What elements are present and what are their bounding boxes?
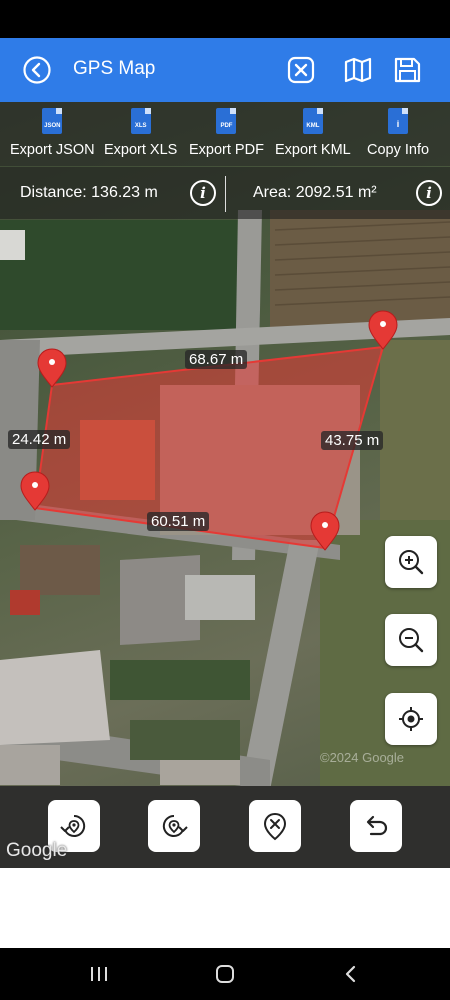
back-button[interactable] <box>20 53 54 87</box>
export-kml-button[interactable]: KML Export KML <box>275 108 351 158</box>
export-toolbar: JSON Export JSON XLS Export XLS PDF Expo… <box>0 102 450 166</box>
back-nav-icon <box>345 965 356 983</box>
my-location-button[interactable] <box>385 693 437 745</box>
copy-info-button[interactable]: i Copy Info <box>367 108 429 158</box>
recent-apps-icon <box>91 967 107 981</box>
google-attribution: Google <box>6 840 68 861</box>
map-type-button[interactable] <box>341 53 375 87</box>
info-file-icon: i <box>388 108 409 134</box>
area-info-icon[interactable]: i <box>416 180 442 206</box>
distance-info-icon[interactable]: i <box>190 180 216 206</box>
zoom-out-icon <box>399 628 424 653</box>
edge-length-right: 43.75 m <box>321 431 384 450</box>
page-title: GPS Map <box>73 58 156 79</box>
json-file-icon: JSON <box>42 108 63 134</box>
marker-pin <box>37 348 67 388</box>
close-button[interactable] <box>284 53 318 87</box>
distance-text: Distance: 136.23 m <box>20 184 158 201</box>
kml-file-icon: KML <box>302 108 323 134</box>
back-icon <box>23 56 51 84</box>
rotate-left-icon <box>60 814 86 837</box>
map-icon <box>344 57 372 83</box>
clear-icon <box>263 812 287 841</box>
export-xls-button[interactable]: XLS Export XLS <box>104 108 177 158</box>
edge-length-bottom: 60.51 m <box>147 512 210 531</box>
xls-file-icon: XLS <box>130 108 151 134</box>
app-screen: 68.67 m 24.42 m 43.75 m 60.51 m JSON Exp… <box>0 0 450 1000</box>
status-bar <box>0 0 450 38</box>
export-label: Export JSON <box>10 142 95 158</box>
export-label: Export XLS <box>104 142 178 158</box>
zoom-in-button[interactable] <box>385 536 437 588</box>
close-icon <box>287 56 315 84</box>
clear-points-button[interactable] <box>249 800 301 852</box>
rotate-right-icon <box>162 814 188 837</box>
edge-length-top: 68.67 m <box>185 350 248 369</box>
export-json-button[interactable]: JSON Export JSON <box>10 108 95 158</box>
map-watermark: ©2024 Google <box>320 750 405 765</box>
undo-button[interactable] <box>350 800 402 852</box>
system-nav-bar <box>0 948 450 1000</box>
app-bar: GPS Map <box>0 38 450 102</box>
system-back-button[interactable] <box>336 960 366 988</box>
save-icon <box>394 57 421 83</box>
edge-length-left: 24.42 m <box>8 430 71 449</box>
export-label: Export PDF <box>189 142 264 158</box>
zoom-out-button[interactable] <box>385 614 437 666</box>
my-location-icon <box>399 707 423 731</box>
home-button[interactable] <box>210 960 240 988</box>
area-text: Area: 2092.51 m² <box>253 184 377 201</box>
save-button[interactable] <box>390 53 424 87</box>
pdf-file-icon: PDF <box>216 108 237 134</box>
export-label: Export KML <box>275 142 351 158</box>
rotate-right-button[interactable] <box>148 800 200 852</box>
export-pdf-button[interactable]: PDF Export PDF <box>189 108 264 158</box>
blank-area <box>0 868 450 948</box>
home-icon <box>216 965 234 983</box>
export-label: Copy Info <box>367 142 430 158</box>
info-divider <box>225 176 226 212</box>
zoom-in-icon <box>399 550 424 575</box>
undo-icon <box>366 815 388 836</box>
recent-apps-button[interactable] <box>84 960 114 988</box>
